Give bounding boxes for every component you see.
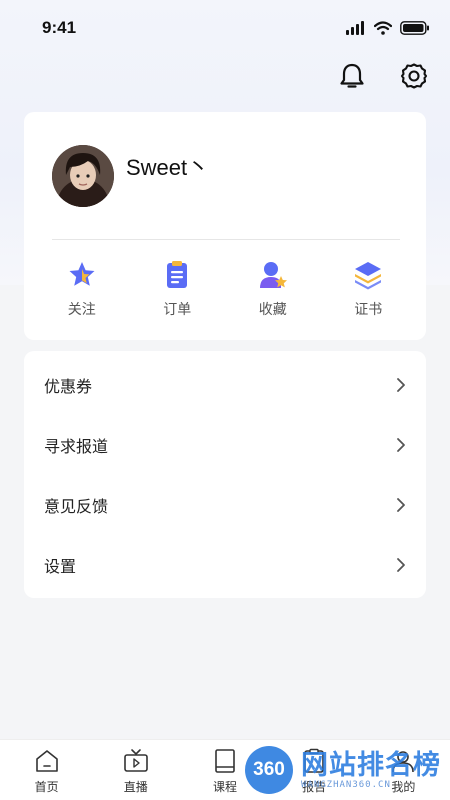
chevron-right-icon (397, 438, 405, 452)
clipboard-icon (167, 261, 188, 288)
bottom-tab-bar: 首页 直播 课程 报告 我的 (0, 739, 450, 800)
username: Sweet丶 (126, 155, 210, 180)
tab-label: 首页 (34, 780, 59, 794)
tab-mine[interactable]: 我的 (366, 740, 441, 800)
wifi-icon (374, 21, 392, 35)
menu-item-label: 寻求报道 (44, 439, 109, 456)
avatar[interactable] (52, 145, 114, 207)
tab-label: 直播 (123, 780, 148, 794)
quick-link-label: 证书 (354, 301, 383, 317)
signal-icon (346, 21, 364, 35)
quick-link-label: 收藏 (258, 301, 287, 317)
menu-item-label: 优惠券 (44, 379, 93, 396)
tv-icon (123, 749, 148, 772)
tab-label: 报告 (302, 780, 327, 794)
menu-item-label: 设置 (44, 559, 77, 576)
tab-label: 我的 (391, 780, 416, 794)
book-icon (215, 749, 235, 773)
menu-card: 优惠券 寻求报道 意见反馈 设置 (24, 351, 426, 598)
menu-item-settings[interactable]: 设置 (24, 535, 426, 595)
user-icon (392, 751, 415, 773)
chevron-right-icon (397, 558, 405, 572)
user-star-icon (259, 262, 287, 288)
status-time: 9:41 (42, 18, 77, 37)
chevron-right-icon (397, 498, 405, 512)
quick-link-label: 关注 (67, 301, 96, 317)
quick-link-orders[interactable]: 订单 (137, 259, 217, 319)
star-icon (69, 262, 95, 286)
tab-live[interactable]: 直播 (98, 740, 173, 800)
tab-courses[interactable]: 课程 (187, 740, 262, 800)
profile-card: Sweet丶 关注 订单 收藏 证书 (24, 112, 426, 340)
quick-link-favorites[interactable]: 收藏 (233, 259, 313, 319)
chevron-right-icon (397, 378, 405, 392)
battery-icon (400, 21, 429, 35)
menu-item-report-request[interactable]: 寻求报道 (24, 415, 426, 475)
home-icon (35, 750, 58, 772)
gear-icon[interactable] (400, 62, 428, 90)
header-actions (338, 62, 428, 90)
tab-label: 课程 (212, 780, 237, 794)
bell-icon[interactable] (338, 62, 366, 90)
tab-reports[interactable]: 报告 (277, 740, 352, 800)
status-icons (346, 21, 430, 35)
quick-link-follow[interactable]: 关注 (42, 259, 122, 319)
report-icon (304, 748, 324, 773)
tab-home[interactable]: 首页 (9, 740, 84, 800)
quick-links: 关注 订单 收藏 证书 (24, 259, 426, 319)
menu-item-feedback[interactable]: 意见反馈 (24, 475, 426, 535)
layers-icon (355, 262, 382, 290)
quick-link-label: 订单 (163, 301, 192, 317)
divider (52, 239, 400, 240)
menu-item-coupons[interactable]: 优惠券 (24, 355, 426, 415)
quick-link-certificates[interactable]: 证书 (328, 259, 408, 319)
menu-item-label: 意见反馈 (44, 499, 109, 516)
status-bar: 9:41 (0, 0, 450, 56)
